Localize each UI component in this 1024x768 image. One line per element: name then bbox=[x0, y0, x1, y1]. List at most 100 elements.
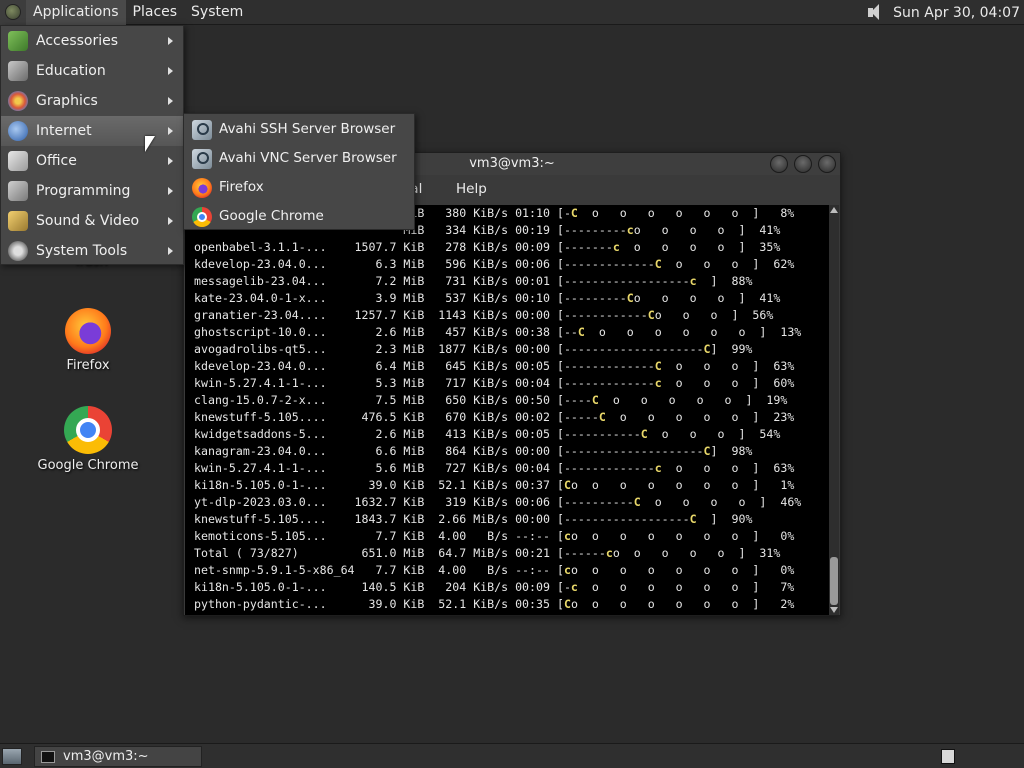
terminal-line: avogadrolibs-qt5... 2.3 MiB 1877 KiB/s 0… bbox=[185, 341, 831, 358]
pacman-icon: c bbox=[626, 223, 634, 237]
desktop-icon-label: Google Chrome bbox=[37, 458, 139, 473]
menu-item-system-tools[interactable]: System Tools bbox=[1, 236, 183, 266]
chevron-right-icon bbox=[168, 67, 173, 75]
bottom-panel: vm3@vm3:~ bbox=[0, 743, 1024, 768]
menu-item-label: Graphics bbox=[36, 93, 98, 109]
terminal-line-text: kemoticons-5.105... 7.7 KiB 4.00 B/s --:… bbox=[194, 529, 564, 543]
menu-item-label: Internet bbox=[36, 123, 92, 139]
pacman-icon: C bbox=[703, 444, 711, 458]
places-menu[interactable]: Places bbox=[126, 0, 185, 25]
menu-item-label: System Tools bbox=[36, 243, 128, 259]
terminal-line-progress: o o o o o o o ] bbox=[570, 597, 760, 611]
pacman-icon: C bbox=[633, 495, 641, 509]
scroll-up-icon[interactable] bbox=[830, 207, 838, 213]
taskbar-item-terminal[interactable]: vm3@vm3:~ bbox=[34, 746, 202, 767]
programming-icon bbox=[8, 181, 28, 201]
terminal-line-text: kwidgetsaddons-5... 2.6 MiB 413 KiB/s 00… bbox=[194, 427, 641, 441]
menu-item-internet[interactable]: Internet bbox=[1, 116, 183, 146]
menu-item-sound-video[interactable]: Sound & Video bbox=[1, 206, 183, 236]
menu-item-office[interactable]: Office bbox=[1, 146, 183, 176]
desktop-icon-chrome[interactable]: Google Chrome bbox=[33, 406, 143, 473]
applications-menu[interactable]: Applications bbox=[26, 0, 126, 25]
terminal-output[interactable]: MiB 380 KiB/s 01:10 [-C o o o o o o ] 8%… bbox=[185, 205, 831, 615]
chevron-right-icon bbox=[168, 187, 173, 195]
menu-item-programming[interactable]: Programming bbox=[1, 176, 183, 206]
submenu-item-firefox[interactable]: Firefox bbox=[184, 173, 414, 202]
terminal-line-percent: 7% bbox=[759, 580, 795, 594]
education-icon bbox=[8, 61, 28, 81]
terminal-line-text: knewstuff-5.105.... 1843.7 KiB 2.66 MiB/… bbox=[194, 512, 690, 526]
menu-item-graphics[interactable]: Graphics bbox=[1, 86, 183, 116]
terminal-line-progress: o o o ] bbox=[661, 359, 760, 373]
clock[interactable]: Sun Apr 30, 04:07 bbox=[888, 5, 1024, 21]
office-icon bbox=[8, 151, 28, 171]
internet-submenu: Avahi SSH Server Browser Avahi VNC Serve… bbox=[183, 113, 415, 230]
desktop-icon-label: Firefox bbox=[66, 358, 110, 373]
chevron-right-icon bbox=[168, 127, 173, 135]
submenu-item-label: Google Chrome bbox=[219, 208, 324, 224]
scroll-thumb[interactable] bbox=[830, 557, 838, 605]
terminal-line-progress: o o o o ] bbox=[633, 223, 746, 237]
menu-item-education[interactable]: Education bbox=[1, 56, 183, 86]
terminal-line-progress: o o o ] bbox=[654, 308, 739, 322]
pacman-icon: c bbox=[563, 529, 571, 543]
minimize-button[interactable] bbox=[770, 155, 788, 173]
terminal-line-progress: o o o o o o ] bbox=[584, 325, 767, 339]
submenu-item-avahi-vnc[interactable]: Avahi VNC Server Browser bbox=[184, 144, 414, 173]
pacman-icon: c bbox=[570, 580, 578, 594]
pacman-icon: C bbox=[577, 325, 585, 339]
distro-logo-icon[interactable] bbox=[0, 0, 26, 25]
submenu-item-label: Firefox bbox=[219, 179, 264, 195]
menu-item-label: Programming bbox=[36, 183, 131, 199]
submenu-item-avahi-ssh[interactable]: Avahi SSH Server Browser bbox=[184, 115, 414, 144]
terminal-line-percent: 63% bbox=[759, 359, 795, 373]
sound-video-icon bbox=[8, 211, 28, 231]
terminal-line-text: ghostscript-10.0... 2.6 MiB 457 KiB/s 00… bbox=[194, 325, 578, 339]
chrome-icon bbox=[192, 207, 212, 227]
terminal-line-percent: 8% bbox=[759, 206, 795, 220]
maximize-button[interactable] bbox=[794, 155, 812, 173]
terminal-line-percent: 46% bbox=[766, 495, 802, 509]
pacman-icon: c bbox=[605, 546, 613, 560]
window-title: vm3@vm3:~ bbox=[469, 156, 555, 171]
terminal-line: yt-dlp-2023.03.0... 1632.7 KiB 319 KiB/s… bbox=[185, 494, 831, 511]
workspace-switcher[interactable] bbox=[941, 749, 955, 764]
terminal-line-progress: o o o o o o ] bbox=[577, 580, 760, 594]
menu-item-label: Office bbox=[36, 153, 77, 169]
close-button[interactable] bbox=[818, 155, 836, 173]
scrollbar[interactable] bbox=[829, 205, 839, 615]
terminal-line-percent: 31% bbox=[745, 546, 781, 560]
terminal-line-progress: o o o ] bbox=[661, 461, 760, 475]
terminal-line-percent: 98% bbox=[717, 444, 753, 458]
pacman-icon: c bbox=[654, 461, 662, 475]
terminal-line: ghostscript-10.0... 2.6 MiB 457 KiB/s 00… bbox=[185, 324, 831, 341]
avahi-icon bbox=[192, 120, 212, 140]
system-menu[interactable]: System bbox=[184, 0, 250, 25]
show-desktop-icon[interactable] bbox=[2, 748, 22, 765]
terminal-line-text: clang-15.0.7-2-x... 7.5 MiB 650 KiB/s 00… bbox=[194, 393, 592, 407]
menu-help[interactable]: Help bbox=[456, 181, 487, 197]
terminal-line-text: messagelib-23.04... 7.2 MiB 731 KiB/s 00… bbox=[194, 274, 690, 288]
pacman-icon: C bbox=[654, 257, 662, 271]
terminal-line: kanagram-23.04.0... 6.6 MiB 864 KiB/s 00… bbox=[185, 443, 831, 460]
terminal-line-percent: 19% bbox=[752, 393, 788, 407]
chevron-right-icon bbox=[168, 37, 173, 45]
taskbar-item-label: vm3@vm3:~ bbox=[63, 749, 149, 764]
menu-item-accessories[interactable]: Accessories bbox=[1, 26, 183, 56]
terminal-line-percent: 0% bbox=[759, 529, 795, 543]
terminal-line-progress: o o o o o o o ] bbox=[570, 478, 760, 492]
terminal-line-progress: ] bbox=[696, 274, 718, 288]
terminal-line-text: kdevelop-23.04.0... 6.3 MiB 596 KiB/s 00… bbox=[194, 257, 655, 271]
pacman-icon: C bbox=[598, 410, 606, 424]
desktop-icon-firefox[interactable]: Firefox bbox=[33, 308, 143, 373]
volume-icon[interactable] bbox=[862, 0, 888, 25]
scroll-down-icon[interactable] bbox=[830, 607, 838, 613]
chevron-right-icon bbox=[168, 97, 173, 105]
submenu-item-chrome[interactable]: Google Chrome bbox=[184, 202, 414, 231]
pacman-icon: C bbox=[570, 206, 578, 220]
system-tools-icon bbox=[8, 241, 28, 261]
pacman-icon: C bbox=[654, 359, 662, 373]
terminal-line-progress: o o o ] bbox=[661, 376, 760, 390]
pacman-icon: C bbox=[563, 478, 571, 492]
firefox-icon bbox=[192, 178, 212, 198]
